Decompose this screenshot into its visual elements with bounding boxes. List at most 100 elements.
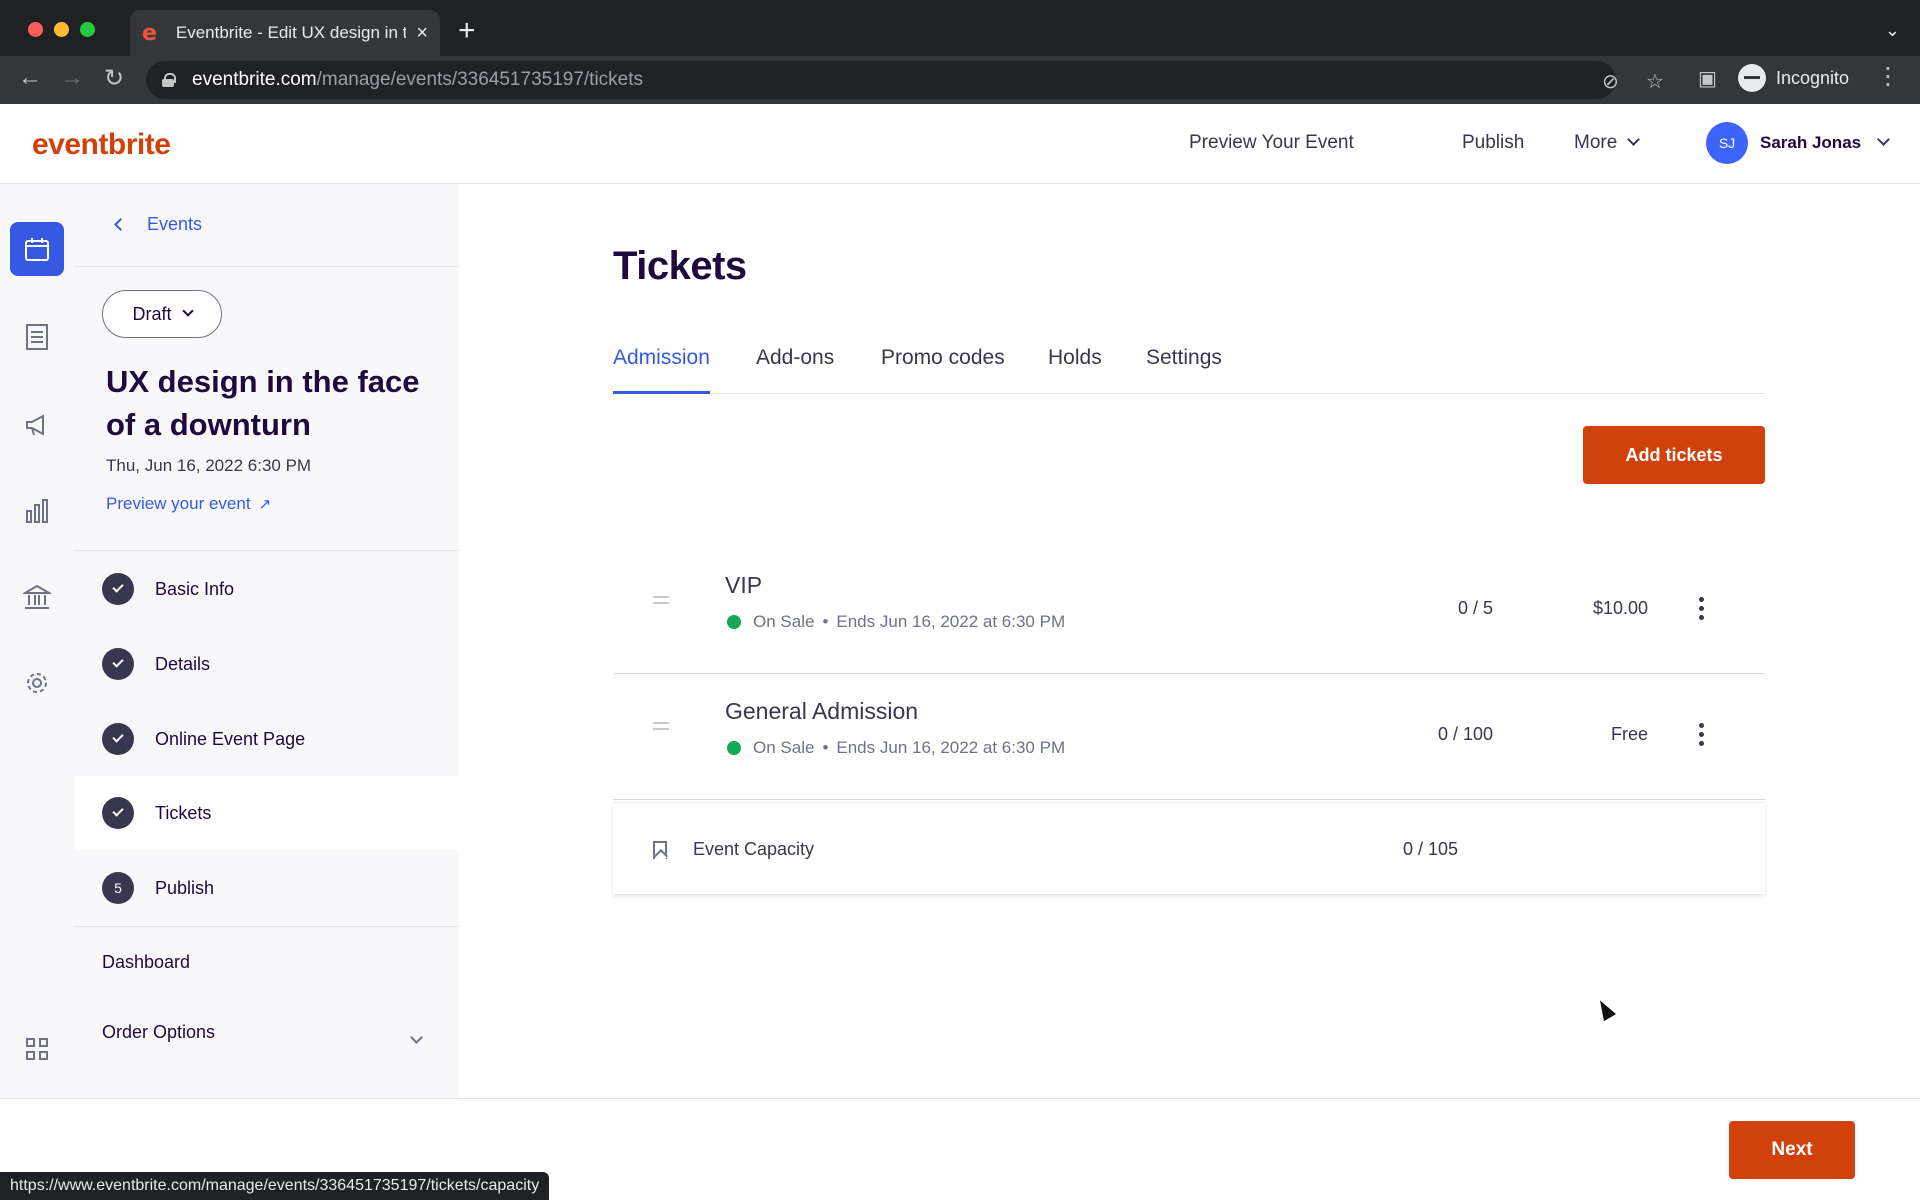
chevron-down-icon xyxy=(1627,133,1641,146)
check-icon xyxy=(102,573,134,605)
url-path: /manage/events/336451735197/tickets xyxy=(316,69,644,90)
more-options-icon[interactable] xyxy=(1689,586,1713,630)
tab-search-chevron-icon[interactable]: ⌄ xyxy=(1885,20,1900,41)
browser-toolbar: ← → ↻ eventbrite.com/manage/events/33645… xyxy=(0,56,1920,104)
tab-holds[interactable]: Holds xyxy=(1048,346,1102,394)
status-text: On Sale xyxy=(753,612,815,631)
chevron-down-icon[interactable] xyxy=(410,1031,423,1044)
browser-menu-icon[interactable]: ⋮ xyxy=(1876,62,1900,91)
side-panel-icon[interactable]: ▣ xyxy=(1698,66,1717,91)
ends-text: Ends Jun 16, 2022 at 6:30 PM xyxy=(836,612,1066,631)
step-tickets[interactable]: Tickets xyxy=(74,776,459,850)
check-icon xyxy=(102,723,134,755)
preview-your-event-link[interactable]: Preview Your Event xyxy=(1189,132,1354,154)
order-options-link[interactable]: Order Options xyxy=(102,1022,215,1043)
calendar-icon[interactable] xyxy=(10,222,64,276)
publish-link[interactable]: Publish xyxy=(1462,132,1524,154)
page-title: Tickets xyxy=(613,244,747,288)
user-name: Sarah Jonas xyxy=(1760,133,1862,152)
eye-off-icon[interactable]: ⊘ xyxy=(1602,69,1619,94)
forward-arrow-icon[interactable]: → xyxy=(60,64,84,92)
more-options-icon[interactable] xyxy=(1689,712,1713,756)
lock-icon[interactable] xyxy=(162,73,176,87)
event-capacity-row[interactable]: Event Capacity 0 / 105 xyxy=(613,802,1765,894)
external-link-icon: ↗ xyxy=(258,496,272,513)
tab-title: Eventbrite - Edit UX design in t xyxy=(175,23,407,42)
bar-chart-icon[interactable] xyxy=(10,484,64,538)
tab-add-ons[interactable]: Add-ons xyxy=(756,346,834,394)
capacity-value: 0 / 105 xyxy=(1402,839,1458,859)
apps-grid-icon[interactable] xyxy=(10,1022,64,1076)
status-label: Draft xyxy=(132,303,172,324)
back-to-events-link[interactable]: Events xyxy=(112,214,202,235)
capacity-label: Event Capacity xyxy=(693,839,815,859)
on-sale-dot-icon xyxy=(727,615,741,629)
minimize-window-button[interactable] xyxy=(54,22,69,37)
divider xyxy=(74,266,459,267)
tab-promo-codes[interactable]: Promo codes xyxy=(881,346,1005,394)
bank-icon[interactable] xyxy=(10,570,64,624)
incognito-icon xyxy=(1738,64,1766,92)
reload-icon[interactable]: ↻ xyxy=(104,64,124,93)
tickets-tabs: Admission Add-ons Promo codes Holds Sett… xyxy=(613,346,1765,394)
incognito-profile[interactable]: Incognito xyxy=(1738,64,1849,92)
chevron-left-icon xyxy=(114,218,127,231)
icon-rail xyxy=(0,184,74,1098)
status-text: On Sale xyxy=(753,738,815,757)
step-basic-info[interactable]: Basic Info xyxy=(74,552,459,626)
drag-handle-icon[interactable] xyxy=(653,596,669,604)
ticket-sold-count: 0 / 100 xyxy=(1437,724,1493,744)
chevron-down-icon xyxy=(181,305,194,317)
list-icon[interactable] xyxy=(10,310,64,364)
close-window-button[interactable] xyxy=(28,22,43,37)
event-title: UX design in the face of a downturn xyxy=(106,364,420,442)
app-header: eventbrite Preview Your Event Publish Mo… xyxy=(0,104,1920,184)
eventbrite-logo[interactable]: eventbrite xyxy=(32,128,171,162)
check-icon xyxy=(102,648,134,680)
avatar: SJ xyxy=(1706,122,1748,164)
dashboard-link[interactable]: Dashboard xyxy=(102,952,190,973)
step-label: Details xyxy=(155,653,211,674)
ticket-price: Free xyxy=(1610,724,1648,744)
eventbrite-favicon-icon: e xyxy=(142,20,157,46)
event-date: Thu, Jun 16, 2022 6:30 PM xyxy=(106,456,312,475)
add-tickets-button[interactable]: Add tickets xyxy=(1583,426,1765,484)
step-online-event-page[interactable]: Online Event Page xyxy=(74,702,459,776)
bookmark-icon xyxy=(653,841,667,859)
step-label: Basic Info xyxy=(155,578,235,599)
status-dropdown[interactable]: Draft xyxy=(102,290,222,338)
address-bar[interactable]: eventbrite.com/manage/events/33645173519… xyxy=(146,61,1664,99)
bookmark-star-icon[interactable]: ☆ xyxy=(1646,69,1664,94)
more-label: More xyxy=(1574,132,1618,153)
step-details[interactable]: Details xyxy=(74,627,459,701)
new-tab-plus-icon[interactable]: + xyxy=(458,14,476,48)
ticket-status: On Sale • Ends Jun 16, 2022 at 6:30 PM xyxy=(727,738,1065,758)
step-publish[interactable]: 5 Publish xyxy=(74,851,459,925)
ticket-status: On Sale • Ends Jun 16, 2022 at 6:30 PM xyxy=(727,612,1065,632)
divider xyxy=(74,926,459,927)
ticket-name: General Admission xyxy=(725,698,919,724)
step-number-badge: 5 xyxy=(102,872,134,904)
more-menu[interactable]: More xyxy=(1574,132,1641,154)
on-sale-dot-icon xyxy=(727,741,741,755)
mouse-cursor-icon xyxy=(1593,996,1617,1022)
preview-link-label: Preview your event xyxy=(106,494,251,513)
megaphone-icon[interactable] xyxy=(10,398,64,452)
user-menu[interactable]: SJ Sarah Jonas xyxy=(1706,122,1890,164)
gear-icon[interactable] xyxy=(10,656,64,710)
step-label: Tickets xyxy=(155,802,212,823)
separator: • xyxy=(822,738,829,757)
ticket-row[interactable]: General Admission On Sale • Ends Jun 16,… xyxy=(613,674,1765,800)
back-arrow-icon[interactable]: ← xyxy=(18,64,42,92)
tab-settings[interactable]: Settings xyxy=(1146,346,1222,394)
tab-admission[interactable]: Admission xyxy=(613,346,710,394)
ticket-name: VIP xyxy=(725,572,763,598)
browser-tab[interactable]: e Eventbrite - Edit UX design in t × xyxy=(130,10,440,56)
ticket-row[interactable]: VIP On Sale • Ends Jun 16, 2022 at 6:30 … xyxy=(613,548,1765,674)
drag-handle-icon[interactable] xyxy=(653,722,669,730)
preview-your-event-link[interactable]: Preview your event ↗ xyxy=(106,494,271,514)
tab-close-icon[interactable]: × xyxy=(416,22,428,45)
next-button[interactable]: Next xyxy=(1729,1121,1855,1179)
maximize-window-button[interactable] xyxy=(80,22,95,37)
event-sidebar: Events Draft UX design in the face of a … xyxy=(74,184,459,1098)
